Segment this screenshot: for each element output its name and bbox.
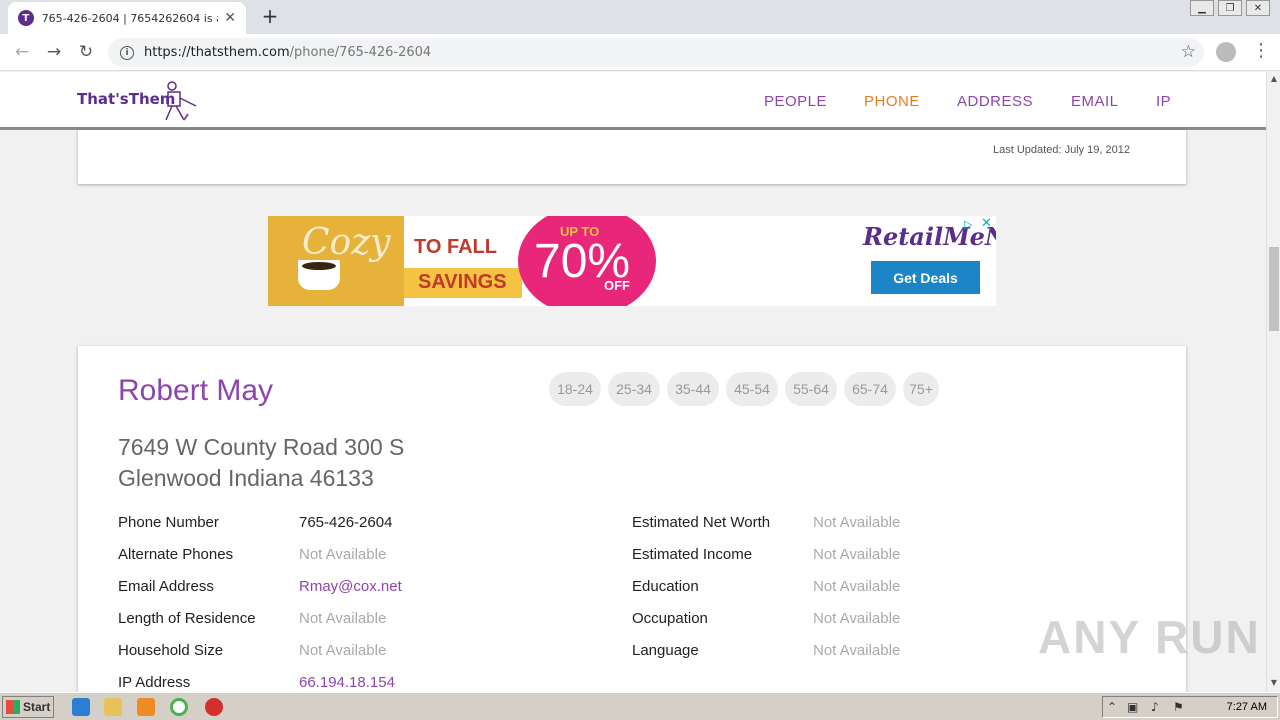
- windows-taskbar: Start ⌃ ▣ ♪ ⚑ 7:27 AM: [0, 692, 1280, 720]
- url-path: /phone/765-426-2604: [289, 45, 432, 60]
- tray-expand-icon[interactable]: ⌃: [1107, 700, 1117, 714]
- net-worth-value: Not Available: [813, 514, 901, 531]
- occupation-value: Not Available: [813, 610, 901, 627]
- field-label: Length of Residence: [118, 610, 256, 627]
- field-label: Estimated Net Worth: [632, 514, 771, 531]
- age-chip: 65-74: [844, 372, 896, 406]
- field-label: Estimated Income: [632, 546, 753, 563]
- nav-address[interactable]: ADDRESS: [957, 93, 1033, 110]
- new-tab-plus-icon[interactable]: +: [258, 4, 282, 28]
- stop-sign-icon[interactable]: [205, 698, 223, 716]
- nav-ip[interactable]: IP: [1156, 93, 1171, 110]
- minimize-icon[interactable]: ▁: [1190, 0, 1214, 16]
- scroll-down-icon[interactable]: ▼: [1267, 678, 1280, 687]
- nav-phone[interactable]: PHONE: [864, 93, 920, 110]
- system-tray: ⌃ ▣ ♪ ⚑ 7:27 AM: [1102, 696, 1278, 718]
- thatsthem-favicon-icon: T: [18, 10, 34, 26]
- age-chip: 55-64: [785, 372, 837, 406]
- browser-menu-icon[interactable]: ⋮: [1252, 40, 1270, 61]
- field-label: IP Address: [118, 674, 191, 691]
- get-deals-button[interactable]: Get Deals: [871, 261, 980, 294]
- field-label: Language: [632, 642, 699, 659]
- url-text: https://thatsthem.com/phone/765-426-2604: [144, 45, 431, 60]
- browser-toolbar: ← → ↻ i https://thatsthem.com/phone/765-…: [0, 34, 1280, 71]
- ad-savings-text: SAVINGS: [404, 268, 522, 298]
- education-value: Not Available: [813, 578, 901, 595]
- site-info-icon[interactable]: i: [120, 45, 134, 60]
- profile-avatar-icon[interactable]: [1216, 42, 1236, 62]
- field-label: Occupation: [632, 610, 708, 627]
- media-player-icon[interactable]: [137, 698, 155, 716]
- address-line-1: 7649 W County Road 300 S: [118, 434, 405, 460]
- reload-icon[interactable]: ↻: [74, 40, 98, 64]
- scroll-thumb[interactable]: [1269, 247, 1279, 331]
- age-chip: 25-34: [608, 372, 660, 406]
- last-updated-text: Last Updated: July 19, 2012: [993, 144, 1130, 156]
- adchoices-icon[interactable]: ▷: [964, 218, 972, 231]
- volume-icon[interactable]: ♪: [1151, 700, 1159, 714]
- person-name[interactable]: Robert May: [118, 374, 273, 408]
- start-button[interactable]: Start: [2, 696, 54, 718]
- file-explorer-icon[interactable]: [104, 698, 122, 716]
- tab-title: 765-426-2604 | 7654262604 is a Mo: [41, 11, 219, 25]
- forward-arrow-icon[interactable]: →: [42, 40, 66, 64]
- field-label: Household Size: [118, 642, 224, 659]
- address-bar[interactable]: i https://thatsthem.com/phone/765-426-26…: [108, 38, 1204, 67]
- taskbar-clock[interactable]: 7:27 AM: [1227, 701, 1267, 713]
- language-value: Not Available: [813, 642, 901, 659]
- window-close-icon[interactable]: ✕: [1246, 0, 1270, 16]
- back-arrow-icon[interactable]: ←: [10, 40, 34, 64]
- household-size-value: Not Available: [299, 642, 387, 659]
- ad-brand-logo: RetailMeNot: [863, 222, 996, 251]
- scroll-up-icon[interactable]: ▲: [1267, 74, 1280, 83]
- site-header: That'sThem PEOPLE PHONE ADDRESS EMAIL IP: [0, 72, 1266, 130]
- field-label: Phone Number: [118, 514, 219, 531]
- age-range-chips: 18-24 25-34 35-44 45-54 55-64 65-74 75+: [549, 372, 939, 406]
- age-chip: 75+: [903, 372, 939, 406]
- income-value: Not Available: [813, 546, 901, 563]
- action-center-flag-icon[interactable]: ⚑: [1173, 700, 1184, 714]
- alternate-phones-value: Not Available: [299, 546, 387, 563]
- nav-people[interactable]: PEOPLE: [764, 93, 827, 110]
- person-result-card: Robert May 18-24 25-34 35-44 45-54 55-64…: [78, 346, 1186, 692]
- ip-address-link[interactable]: 66.194.18.154: [299, 674, 395, 691]
- close-tab-icon[interactable]: ✕: [224, 10, 236, 26]
- anyrun-watermark: ANY RUN: [1038, 611, 1261, 663]
- internet-explorer-icon[interactable]: [72, 698, 90, 716]
- window-controls: ▁ ❐ ✕: [1190, 0, 1270, 16]
- length-of-residence-value: Not Available: [299, 610, 387, 627]
- chrome-icon[interactable]: [170, 698, 188, 716]
- browser-tabstrip: T 765-426-2604 | 7654262604 is a Mo ✕ + …: [0, 0, 1280, 34]
- logo-figure-icon: [165, 81, 197, 121]
- previous-result-card: Last Updated: July 19, 2012: [78, 130, 1186, 184]
- start-label: Start: [23, 700, 51, 714]
- email-link[interactable]: Rmay@cox.net: [299, 578, 402, 595]
- bookmark-star-icon[interactable]: ☆: [1181, 42, 1196, 62]
- age-chip: 18-24: [549, 372, 601, 406]
- person-address[interactable]: 7649 W County Road 300 S Glenwood Indian…: [118, 432, 404, 494]
- field-label: Alternate Phones: [118, 546, 234, 563]
- age-chip: 45-54: [726, 372, 778, 406]
- network-icon[interactable]: ▣: [1127, 700, 1138, 714]
- ad-to-fall-text: TO FALL: [404, 236, 522, 262]
- field-label: Email Address: [118, 578, 214, 595]
- coffee-surface: [302, 262, 336, 270]
- browser-tab[interactable]: T 765-426-2604 | 7654262604 is a Mo ✕: [8, 2, 246, 34]
- nav-email[interactable]: EMAIL: [1071, 93, 1119, 110]
- page-viewport: That'sThem PEOPLE PHONE ADDRESS EMAIL IP…: [0, 72, 1266, 692]
- field-label: Education: [632, 578, 699, 595]
- ad-off-text: OFF: [604, 278, 630, 293]
- phone-number-value: 765-426-2604: [299, 514, 393, 531]
- retailmenot-ad-banner[interactable]: Cozy Up TO FALL SAVINGS UP TO 70% OFF Re…: [268, 216, 996, 306]
- windows-logo-icon: [6, 700, 20, 714]
- restore-icon[interactable]: ❐: [1218, 0, 1242, 16]
- page-scrollbar[interactable]: ▲ ▼: [1266, 72, 1280, 692]
- age-chip: 35-44: [667, 372, 719, 406]
- url-host: https://thatsthem.com: [144, 45, 290, 60]
- address-line-2: Glenwood Indiana 46133: [118, 465, 374, 491]
- ad-close-icon[interactable]: ✕: [981, 216, 992, 231]
